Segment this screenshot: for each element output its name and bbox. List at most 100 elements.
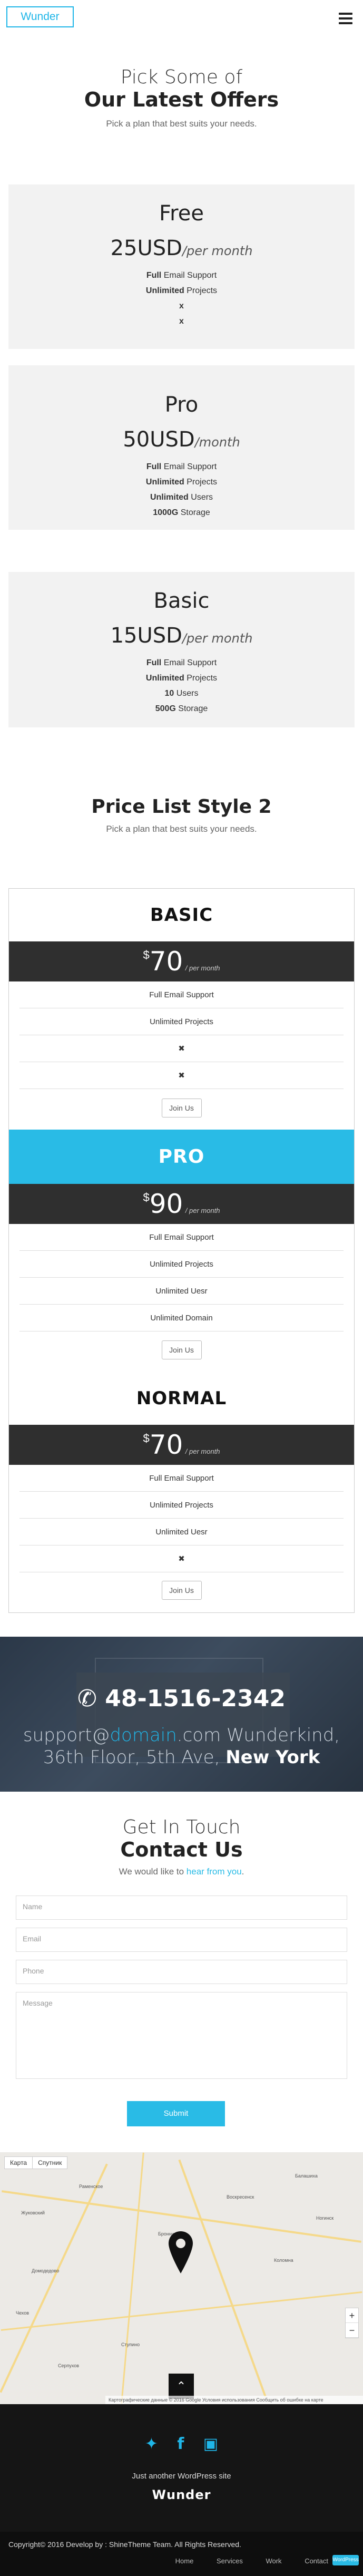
plan-title: Pro	[164, 393, 199, 417]
feature-row: Unlimited Projects	[19, 1492, 344, 1519]
top-bar: Wunder	[0, 0, 363, 37]
join-us-button[interactable]: Join Us	[161, 1099, 202, 1117]
footer-nav: Home Services Work Contact	[154, 2557, 328, 2565]
feature-row: Unlimited Uesr	[19, 1519, 344, 1545]
contact-banner: ✆ 48-1516-2342 support@domain.com Wunder…	[0, 1637, 363, 1792]
price-bar: $70 / per month	[9, 941, 354, 981]
message-field[interactable]: Message	[16, 1992, 347, 2079]
map-type-tabs: Карта Спутник	[4, 2156, 68, 2169]
price-column-basic: BASIC $70 / per month Full Email Support…	[9, 889, 354, 1129]
footer-nav-work[interactable]: Work	[266, 2557, 281, 2565]
feature-row: ✖	[19, 1545, 344, 1572]
plan-features: Full Email Support Unlimited Projects Un…	[8, 459, 355, 520]
footer-brand[interactable]: Wunder	[0, 2487, 363, 2502]
feature-row: ✖	[19, 1035, 344, 1062]
map-label: Раменское	[79, 2184, 103, 2189]
social-links: ✦ f ▣	[0, 2435, 363, 2453]
plan-card-basic: Basic 15USD/per month Full Email Support…	[8, 572, 355, 727]
contact-title-light: Get In Touch	[122, 1816, 241, 1838]
map-tab[interactable]: Карта	[5, 2157, 33, 2169]
zoom-in-button[interactable]: +	[346, 2308, 358, 2323]
map-label: Воскресенск	[227, 2194, 254, 2200]
style2-title: Price List Style 2	[91, 796, 272, 818]
plan-card-pro: Pro 50USD/month Full Email Support Unlim…	[8, 365, 355, 530]
plan-price: 50USD/month	[123, 427, 240, 452]
style2-subtitle: Pick a plan that best suits your needs.	[106, 824, 257, 834]
map-label: Балашиха	[295, 2173, 318, 2179]
plan-feature: 1000G Storage	[153, 508, 210, 517]
map-label: Ногинск	[316, 2215, 334, 2221]
map-label: Ступино	[121, 2342, 140, 2347]
plan-feature: Full Email Support	[146, 658, 217, 667]
price-table: BASIC $70 / per month Full Email Support…	[8, 888, 355, 1613]
join-us-button[interactable]: Join Us	[161, 1340, 202, 1359]
feature-row: Full Email Support	[19, 1224, 344, 1251]
plan-feature: 500G Storage	[155, 704, 208, 713]
offers-heading: Pick Some of Our Latest Offers Pick a pl…	[0, 66, 363, 129]
feature-row: Full Email Support	[19, 981, 344, 1008]
copyright: Copyright© 2016 Develop by : ShineTheme …	[8, 2540, 241, 2549]
plan-feature: Unlimited Projects	[145, 674, 218, 683]
satellite-tab[interactable]: Спутник	[33, 2157, 67, 2169]
price-bar: $70 / per month	[9, 1425, 354, 1465]
plan-feature: x	[179, 302, 184, 310]
feature-row: Full Email Support	[19, 1465, 344, 1492]
hear-link[interactable]: hear from you	[187, 1867, 242, 1877]
offers-title-light: Pick Some of	[120, 66, 243, 88]
plan-feature: 10 Users	[164, 689, 199, 698]
map-zoom-control: + −	[345, 2308, 359, 2338]
map-attribution: Картографические данные © 2016 Google Ус…	[105, 2396, 363, 2404]
footer: ✦ f ▣ Just another WordPress site Wunder…	[0, 2404, 363, 2576]
price-bar: $90 / per month	[9, 1184, 354, 1224]
style2-heading: Price List Style 2 Pick a plan that best…	[0, 796, 363, 834]
plan-feature: Unlimited Projects	[145, 286, 218, 295]
zoom-out-button[interactable]: −	[346, 2323, 358, 2338]
footer-bottom: Copyright© 2016 Develop by : ShineTheme …	[0, 2532, 363, 2576]
submit-button[interactable]: Submit	[127, 2101, 225, 2126]
email-field[interactable]: Email	[16, 1928, 347, 1952]
join-us-button[interactable]: Join Us	[161, 1581, 202, 1600]
footer-nav-home[interactable]: Home	[175, 2557, 194, 2565]
logo[interactable]: Wunder	[6, 6, 74, 27]
plan-features: Full Email Support Unlimited Projects x …	[8, 268, 355, 329]
scroll-top-icon[interactable]: ⌃	[169, 2374, 194, 2399]
plan-title: Free	[159, 201, 204, 226]
footer-nav-services[interactable]: Services	[217, 2557, 243, 2565]
plan-price: 25USD/per month	[110, 236, 253, 260]
price-column-normal: NORMAL $70 / per month Full Email Suppor…	[9, 1372, 354, 1612]
column-title: BASIC	[150, 905, 213, 926]
map-label: Коломна	[274, 2258, 293, 2263]
address: support@domain.com Wunderkind, 36th Floo…	[23, 1725, 340, 1768]
footer-nav-contact[interactable]: Contact	[305, 2557, 328, 2565]
phone-number[interactable]: ✆ 48-1516-2342	[0, 1685, 363, 1712]
map-label: Серпухов	[58, 2363, 80, 2368]
menu-icon[interactable]	[339, 13, 352, 27]
plan-feature: Full Email Support	[146, 462, 217, 471]
phone-icon: ✆	[77, 1685, 97, 1712]
feature-row: Unlimited Domain	[19, 1305, 344, 1331]
feature-row: Unlimited Projects	[19, 1251, 344, 1278]
map-label: Домодедово	[32, 2268, 60, 2273]
twitter-icon[interactable]: ✦	[145, 2435, 158, 2453]
email-link[interactable]: support@domain.com	[23, 1725, 221, 1746]
plan-feature: Full Email Support	[146, 271, 217, 280]
feature-row: ✖	[19, 1062, 344, 1089]
offers-subtitle: Pick a plan that best suits your needs.	[106, 119, 257, 129]
instagram-icon[interactable]: ▣	[203, 2435, 218, 2453]
contact-subtitle: We would like to hear from you.	[119, 1867, 244, 1877]
column-title: NORMAL	[136, 1388, 227, 1409]
map-label: Чехов	[16, 2310, 29, 2316]
map[interactable]: Бронницы Раменское Жуковский Коломна Вос…	[0, 2152, 363, 2404]
plan-price: 15USD/per month	[110, 624, 253, 648]
name-field[interactable]: Name	[16, 1895, 347, 1920]
plan-card-free: Free 25USD/per month Full Email Support …	[8, 184, 355, 349]
column-title: PRO	[9, 1130, 354, 1184]
map-pin-icon[interactable]	[169, 2231, 193, 2276]
contact-title-bold: Contact Us	[120, 1838, 243, 1861]
facebook-icon[interactable]: f	[177, 2435, 184, 2453]
price-column-pro: PRO $90 / per month Full Email Support U…	[9, 1130, 354, 1372]
phone-field[interactable]: Phone	[16, 1960, 347, 1984]
plan-feature: Unlimited Users	[150, 493, 213, 502]
wordpress-badge[interactable]: WordPress	[332, 2555, 359, 2565]
feature-row: Unlimited Uesr	[19, 1278, 344, 1305]
